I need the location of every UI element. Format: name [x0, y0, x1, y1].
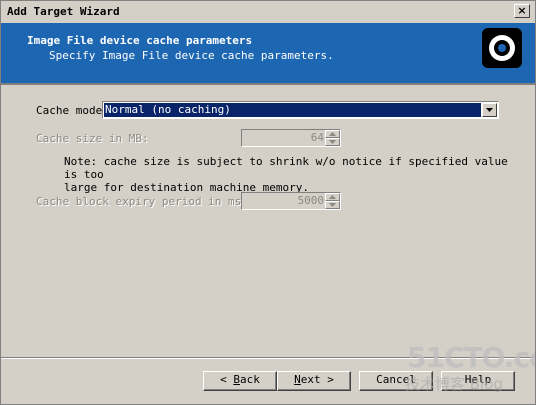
next-mnemonic: N: [294, 373, 301, 386]
help-label: Help: [464, 373, 492, 386]
cache-size-down-button[interactable]: [325, 138, 340, 146]
cancel-button[interactable]: Cancel: [359, 371, 433, 391]
cache-size-input[interactable]: 64: [244, 131, 324, 145]
title-bar[interactable]: Add Target Wizard ×: [1, 1, 535, 23]
spin-up-icon: [329, 132, 336, 136]
expiry-down-button[interactable]: [325, 201, 340, 209]
chevron-down-icon: [486, 108, 493, 112]
cache-mode-label: Cache mode: [36, 104, 103, 117]
back-mnemonic: B: [233, 373, 240, 386]
cache-mode-dropdown-button[interactable]: [482, 103, 497, 117]
cancel-label: Cancel: [376, 373, 416, 386]
expiry-label: Cache block expiry period in ms:: [36, 195, 248, 208]
help-button[interactable]: Help: [441, 371, 515, 391]
cache-mode-selected-value: Normal (no caching): [104, 103, 481, 117]
cache-size-label: Cache size in MB:: [36, 132, 149, 145]
spin-down-icon: [329, 203, 336, 207]
back-button[interactable]: < Back: [203, 371, 277, 391]
back-prefix: <: [220, 373, 234, 386]
cache-size-spinner[interactable]: 64: [241, 129, 341, 147]
next-label-rest: ext: [300, 373, 321, 386]
cache-mode-dropdown[interactable]: Normal (no caching): [102, 101, 499, 119]
expiry-up-button[interactable]: [325, 193, 340, 201]
page-title: Image File device cache parameters: [27, 34, 253, 47]
target-ring-logo-icon: [482, 28, 522, 68]
window-title: Add Target Wizard: [7, 5, 120, 18]
close-button[interactable]: ×: [514, 4, 530, 18]
expiry-input[interactable]: 5000: [244, 194, 325, 208]
close-icon: ×: [517, 4, 527, 17]
page-subtitle: Specify Image File device cache paramete…: [49, 49, 334, 62]
back-label-rest: ack: [240, 373, 260, 386]
cache-size-up-button[interactable]: [325, 130, 340, 138]
footer-separator: [1, 357, 535, 359]
expiry-spinner[interactable]: 5000: [241, 192, 341, 210]
spin-up-icon: [329, 195, 336, 199]
next-suffix: >: [320, 373, 334, 386]
cache-size-note: Note: cache size is subject to shrink w/…: [64, 155, 508, 194]
spin-down-icon: [329, 140, 336, 144]
next-button[interactable]: Next >: [277, 371, 351, 391]
wizard-header: Image File device cache parameters Speci…: [1, 23, 535, 85]
wizard-window: Add Target Wizard × Image File device ca…: [0, 0, 536, 405]
